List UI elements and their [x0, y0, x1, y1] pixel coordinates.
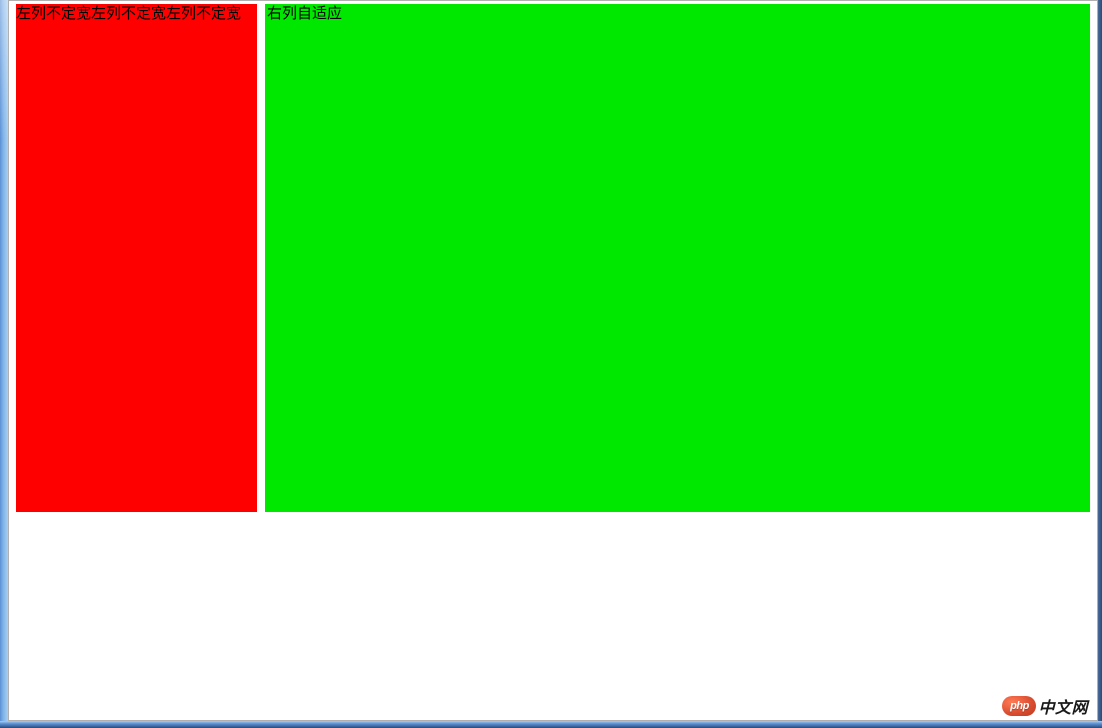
left-column-text: 左列不定宽左列不定宽左列不定宽 — [16, 5, 241, 22]
right-column-text: 右列自适应 — [267, 5, 342, 22]
window-bottom-edge — [0, 721, 1102, 728]
window-left-edge-highlight — [0, 0, 8, 140]
two-column-layout: 左列不定宽左列不定宽左列不定宽 右列自适应 — [16, 4, 1090, 512]
page-body: 左列不定宽左列不定宽左列不定宽 右列自适应 — [8, 0, 1098, 721]
watermark-label: 中文网 — [1038, 694, 1088, 718]
window-right-edge — [1098, 0, 1102, 728]
php-badge-icon: php — [1002, 696, 1036, 716]
right-column: 右列自适应 — [265, 4, 1090, 512]
watermark: php 中文网 — [1002, 694, 1088, 718]
left-column: 左列不定宽左列不定宽左列不定宽 — [16, 4, 257, 512]
